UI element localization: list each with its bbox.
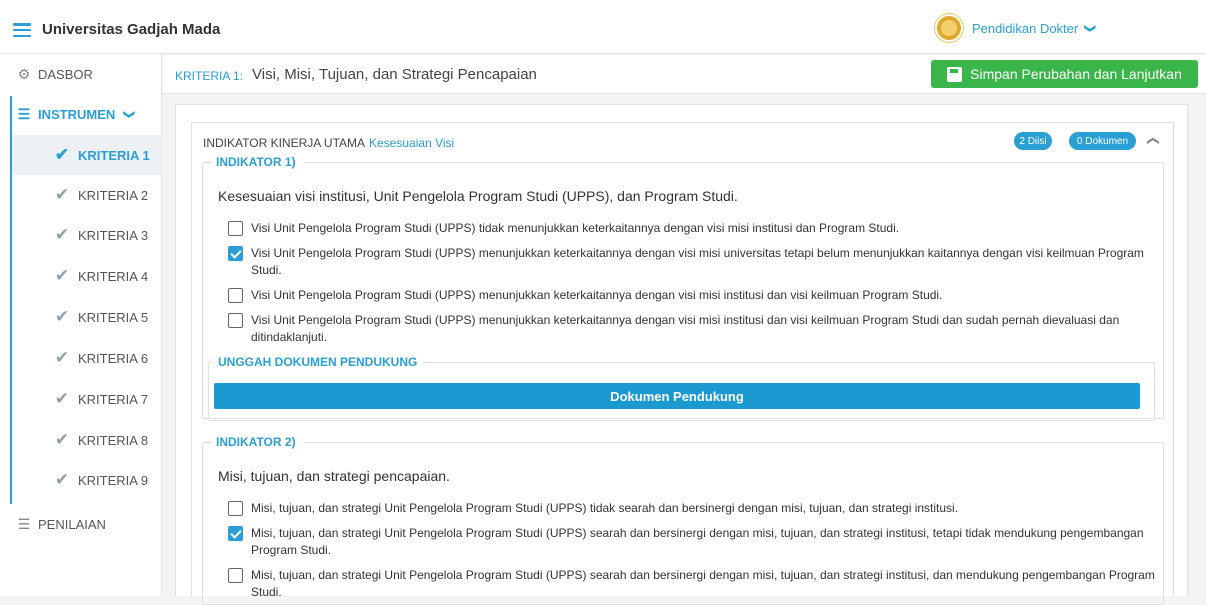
chevron-up-icon[interactable]: ❯ xyxy=(1145,136,1159,146)
check-icon: ✔ xyxy=(54,266,70,285)
iku-label: INDIKATOR KINERJA UTAMA xyxy=(203,135,366,150)
save-and-continue-button[interactable]: Simpan Perubahan dan Lanjutkan xyxy=(931,60,1198,88)
option-text: Visi Unit Pengelola Program Studi (UPPS)… xyxy=(251,221,900,235)
sidebar-item-label: KRITERIA 1 xyxy=(78,147,150,163)
check-icon: ✔ xyxy=(54,185,70,204)
sidebar: ⚙ DASBOR ☰ INSTRUMEN ❯ ✔ KRITERIA 1 ✔ KRIT… xyxy=(0,54,162,596)
option-checkbox[interactable]: Visi Unit Pengelola Program Studi (UPPS)… xyxy=(228,287,1158,304)
sidebar-item-kriteria-8[interactable]: ✔ KRITERIA 8 xyxy=(12,420,162,460)
iku-name: Kesesuaian Visi xyxy=(369,135,455,150)
sidebar-item-kriteria-4[interactable]: ✔ KRITERIA 4 xyxy=(12,256,162,296)
option-text: Misi, tujuan, dan strategi Unit Pengelol… xyxy=(251,526,1144,557)
list-icon: ☰ xyxy=(17,515,31,532)
check-icon: ✔ xyxy=(54,430,70,449)
page-title: Visi, Misi, Tujuan, dan Strategi Pencapa… xyxy=(252,66,537,83)
checkbox[interactable] xyxy=(228,568,243,583)
sidebar-item-label: INSTRUMEN xyxy=(38,106,116,122)
sidebar-item-label: KRITERIA 2 xyxy=(78,187,149,203)
check-icon: ✔ xyxy=(54,225,70,244)
supporting-documents-button[interactable]: Dokumen Pendukung xyxy=(214,383,1140,409)
option-checkbox[interactable]: Misi, tujuan, dan strategi Unit Pengelol… xyxy=(228,500,1158,517)
sidebar-item-instrumen[interactable]: ☰ INSTRUMEN ❯ xyxy=(0,94,162,134)
sidebar-item-kriteria-2[interactable]: ✔ KRITERIA 2 xyxy=(12,175,162,215)
indicator-legend: INDIKATOR 2) xyxy=(216,435,296,449)
sidebar-item-kriteria-9[interactable]: ✔ KRITERIA 9 xyxy=(12,460,162,500)
check-icon: ✔ xyxy=(54,389,70,408)
criteria-prefix: KRITERIA 1: xyxy=(175,69,244,83)
filled-count-badge: 2 Diisi xyxy=(1014,132,1052,150)
sidebar-item-kriteria-6[interactable]: ✔ KRITERIA 6 xyxy=(12,338,162,378)
check-icon: ✔ xyxy=(54,348,70,367)
checkbox[interactable] xyxy=(228,313,243,328)
sidebar-item-dasbor[interactable]: ⚙ DASBOR xyxy=(0,54,162,94)
sidebar-item-label: KRITERIA 8 xyxy=(78,432,149,448)
user-program-name: Pendidikan Dokter xyxy=(972,20,1079,36)
chevron-down-icon: ❯ xyxy=(1084,23,1097,33)
criteria-header: KRITERIA 1: Visi, Misi, Tujuan, dan Stra… xyxy=(163,55,1206,94)
university-logo-icon xyxy=(934,13,964,43)
option-text: Visi Unit Pengelola Program Studi (UPPS)… xyxy=(251,288,943,302)
checkbox[interactable] xyxy=(228,288,243,303)
floppy-disk-icon xyxy=(947,66,963,82)
check-icon: ✔ xyxy=(54,470,70,489)
iku-panel: INDIKATOR 1) Kesesuaian visi institusi, … xyxy=(191,155,1174,605)
check-icon: ✔ xyxy=(54,307,70,326)
document-count-badge: 0 Dokumen xyxy=(1069,132,1136,150)
sidebar-item-label: KRITERIA 3 xyxy=(78,227,149,243)
save-button-label: Simpan Perubahan dan Lanjutkan xyxy=(970,66,1182,82)
sidebar-item-label: KRITERIA 9 xyxy=(78,472,149,488)
option-text: Visi Unit Pengelola Program Studi (UPPS)… xyxy=(251,246,1144,277)
chevron-down-icon: ❯ xyxy=(123,109,136,119)
checkbox-checked[interactable] xyxy=(228,526,243,541)
sidebar-item-label: DASBOR xyxy=(38,66,93,82)
app-title: Universitas Gadjah Mada xyxy=(42,21,221,38)
indicator-1: INDIKATOR 1) Kesesuaian visi institusi, … xyxy=(202,155,1164,421)
option-text: Misi, tujuan, dan strategi Unit Pengelol… xyxy=(251,501,959,515)
sidebar-item-label: KRITERIA 5 xyxy=(78,309,149,325)
content-card: INDIKATOR KINERJA UTAMA Kesesuaian Visi … xyxy=(175,104,1188,605)
sidebar-item-kriteria-5[interactable]: ✔ KRITERIA 5 xyxy=(12,297,162,337)
sidebar-item-kriteria-1[interactable]: ✔ KRITERIA 1 xyxy=(12,135,162,175)
option-checkbox[interactable]: Visi Unit Pengelola Program Studi (UPPS)… xyxy=(228,312,1158,346)
hamburger-menu-icon[interactable] xyxy=(13,23,31,38)
upload-section: UNGGAH DOKUMEN PENDUKUNG Dokumen Penduku… xyxy=(208,355,1155,421)
option-text: Visi Unit Pengelola Program Studi (UPPS)… xyxy=(251,313,1120,344)
sidebar-item-label: KRITERIA 6 xyxy=(78,350,149,366)
sidebar-item-label: KRITERIA 4 xyxy=(78,268,149,284)
indicator-question: Misi, tujuan, dan strategi pencapaian. xyxy=(218,468,450,484)
check-icon: ✔ xyxy=(54,145,70,164)
sidebar-item-kriteria-3[interactable]: ✔ KRITERIA 3 xyxy=(12,215,162,255)
top-bar: Universitas Gadjah Mada Pendidikan Dokte… xyxy=(0,0,1206,54)
checkbox-checked[interactable] xyxy=(228,246,243,261)
checklist-icon: ☰ xyxy=(17,105,31,122)
checkbox[interactable] xyxy=(228,221,243,236)
option-checkbox[interactable]: Misi, tujuan, dan strategi Unit Pengelol… xyxy=(228,525,1158,559)
indicator-legend: INDIKATOR 1) xyxy=(216,155,296,169)
dashboard-icon: ⚙ xyxy=(17,65,31,82)
indicator-question: Kesesuaian visi institusi, Unit Pengelol… xyxy=(218,188,738,204)
sidebar-item-label: KRITERIA 7 xyxy=(78,391,149,407)
sidebar-item-kriteria-7[interactable]: ✔ KRITERIA 7 xyxy=(12,379,162,419)
indicator-2: INDIKATOR 2) Misi, tujuan, dan strategi … xyxy=(202,435,1164,605)
sidebar-item-penilaian[interactable]: ☰ PENILAIAN xyxy=(0,504,162,544)
option-checkbox[interactable]: Visi Unit Pengelola Program Studi (UPPS)… xyxy=(228,245,1158,279)
checkbox[interactable] xyxy=(228,501,243,516)
upload-legend: UNGGAH DOKUMEN PENDUKUNG xyxy=(218,355,418,369)
sidebar-item-label: PENILAIAN xyxy=(38,516,106,532)
user-menu[interactable]: Pendidikan Dokter ❯ xyxy=(934,13,1097,43)
option-checkbox[interactable]: Visi Unit Pengelola Program Studi (UPPS)… xyxy=(228,220,1158,237)
